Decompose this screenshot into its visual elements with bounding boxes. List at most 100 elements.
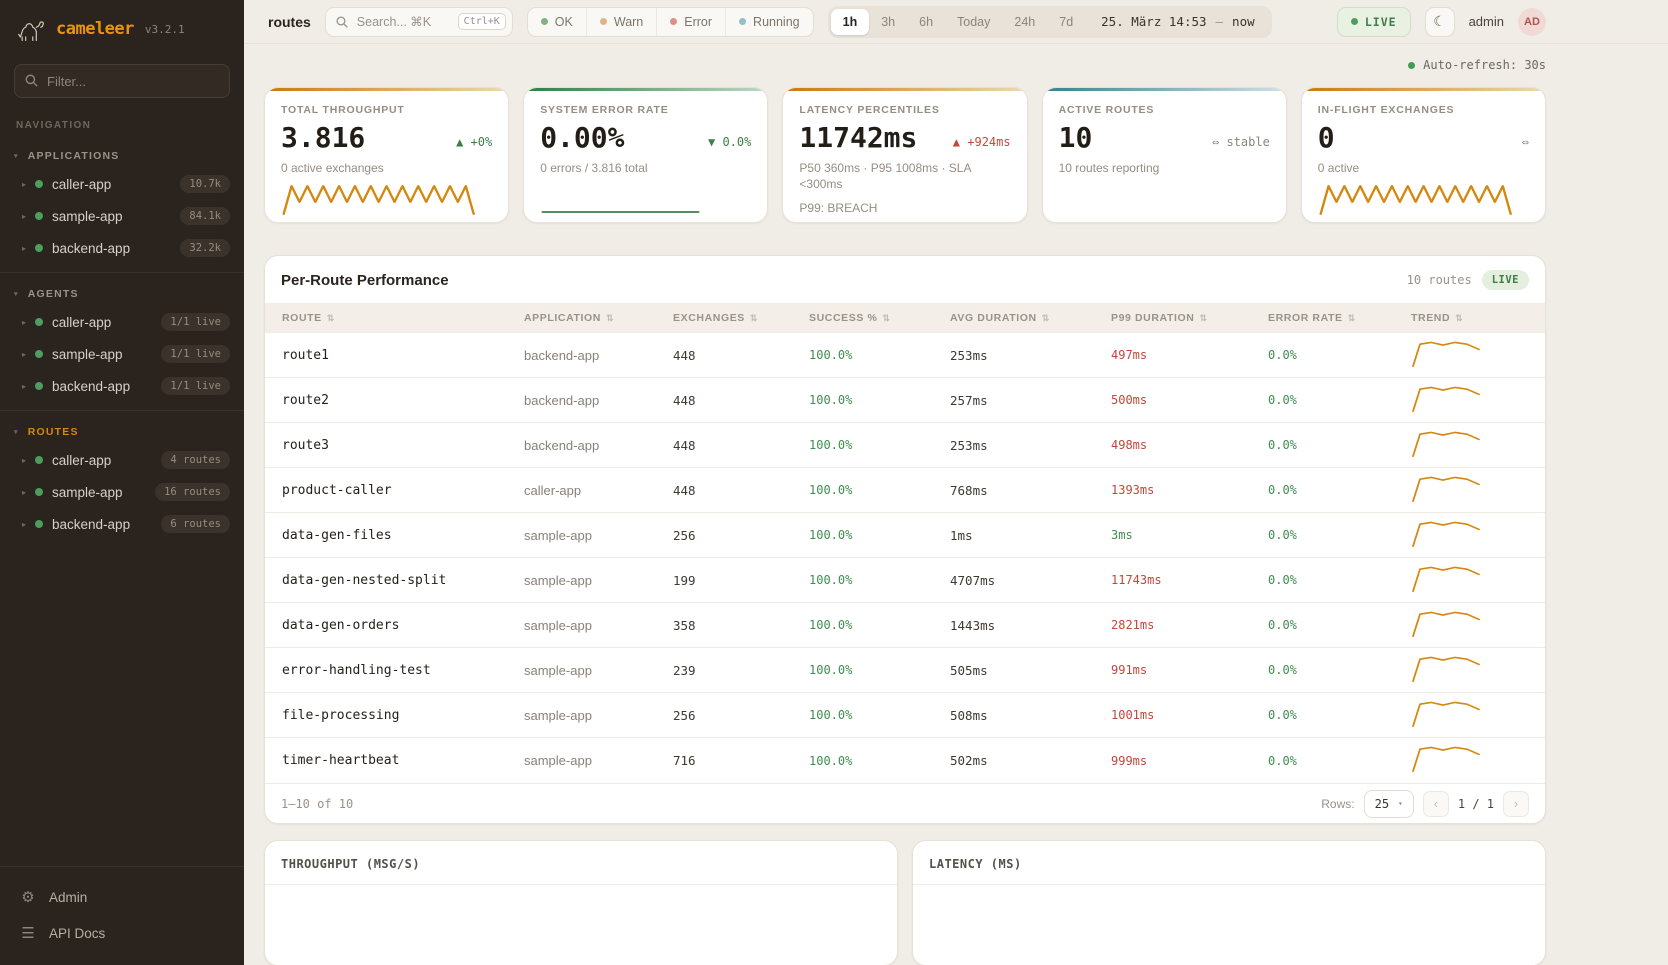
footer-item-admin[interactable]: ⚙Admin <box>0 879 244 915</box>
time-range-7d[interactable]: 7d <box>1047 9 1085 35</box>
sidebar-item-label: sample-app <box>52 485 146 500</box>
time-range-3h[interactable]: 3h <box>869 9 907 35</box>
column-header-avg-duration[interactable]: AVG DURATION⇅ <box>950 312 1111 324</box>
section-header-applications[interactable]: ▾APPLICATIONS <box>0 141 244 168</box>
rows-per-page-select[interactable]: 25 ▾ <box>1364 790 1414 818</box>
avg-duration-cell: 257ms <box>950 393 1111 408</box>
table-row-data-gen-orders[interactable]: data-gen-orderssample-app358100.0%1443ms… <box>265 603 1545 648</box>
column-header-route[interactable]: ROUTE⇅ <box>282 312 524 324</box>
sidebar-item-label: sample-app <box>52 347 152 362</box>
exchanges-cell: 448 <box>673 438 809 453</box>
sidebar-item-routes-backend-app[interactable]: ▸backend-app6 routes <box>0 508 244 540</box>
sidebar-sections: ▾APPLICATIONS▸caller-app10.7k▸sample-app… <box>0 135 244 548</box>
column-header-application[interactable]: APPLICATION⇅ <box>524 312 673 324</box>
table-row-route2[interactable]: route2backend-app448100.0%257ms500ms0.0% <box>265 378 1545 423</box>
trend-sparkline <box>1411 653 1545 688</box>
column-header-exchanges[interactable]: EXCHANGES⇅ <box>673 312 809 324</box>
p99-duration-cell: 497ms <box>1111 348 1268 362</box>
sidebar-item-applications-sample-app[interactable]: ▸sample-app84.1k <box>0 200 244 232</box>
time-range-today[interactable]: Today <box>945 9 1002 35</box>
avatar[interactable]: AD <box>1518 8 1546 36</box>
app-logo[interactable]: cameleer v3.2.1 <box>0 0 244 56</box>
search-icon <box>24 73 39 88</box>
column-header-success-[interactable]: SUCCESS %⇅ <box>809 312 950 324</box>
footer-item-api-docs[interactable]: ☰API Docs <box>0 915 244 951</box>
time-range-6h[interactable]: 6h <box>907 9 945 35</box>
sidebar-item-label: backend-app <box>52 379 152 394</box>
chevron-right-icon: ▸ <box>22 488 26 497</box>
time-range-24h[interactable]: 24h <box>1002 9 1047 35</box>
theme-toggle-button[interactable]: ☾ <box>1425 7 1455 37</box>
kpi-delta: ▼ 0.0% <box>708 135 751 152</box>
sidebar-item-applications-caller-app[interactable]: ▸caller-app10.7k <box>0 168 244 200</box>
status-dot-icon <box>35 382 43 390</box>
table-row-data-gen-nested-split[interactable]: data-gen-nested-splitsample-app199100.0%… <box>265 558 1545 603</box>
kpi-label: ACTIVE ROUTES <box>1059 104 1270 116</box>
date-range[interactable]: 25. März 14:53 – now <box>1085 14 1268 29</box>
kpi-card-total-throughput[interactable]: TOTAL THROUGHPUT3.816▲ +0%0 active excha… <box>264 87 509 223</box>
column-header-p99-duration[interactable]: P99 DURATION⇅ <box>1111 312 1268 324</box>
table-row-route1[interactable]: route1backend-app448100.0%253ms497ms0.0% <box>265 333 1545 378</box>
kpi-accent-bar <box>1302 88 1545 91</box>
table-row-error-handling-test[interactable]: error-handling-testsample-app239100.0%50… <box>265 648 1545 693</box>
table-row-data-gen-files[interactable]: data-gen-filessample-app256100.0%1ms3ms0… <box>265 513 1545 558</box>
trend-sparkline <box>1411 698 1545 733</box>
avg-duration-cell: 508ms <box>950 708 1111 723</box>
sidebar-item-agents-sample-app[interactable]: ▸sample-app1/1 live <box>0 338 244 370</box>
footer-item-label: Admin <box>49 890 87 905</box>
sidebar-item-routes-sample-app[interactable]: ▸sample-app16 routes <box>0 476 244 508</box>
chevron-down-icon: ▾ <box>14 428 19 436</box>
kpi-card-latency-percentiles[interactable]: LATENCY PERCENTILES11742ms▲ +924msP50 36… <box>782 87 1027 223</box>
camel-logo-icon <box>16 14 46 44</box>
status-filter-warn[interactable]: Warn <box>587 8 657 36</box>
kpi-card-system-error-rate[interactable]: SYSTEM ERROR RATE0.00%▼ 0.0%0 errors / 3… <box>523 87 768 223</box>
kpi-value: 11742ms <box>799 124 917 152</box>
status-dot-icon <box>35 520 43 528</box>
column-label: SUCCESS % <box>809 312 877 324</box>
rows-per-page-label: Rows: <box>1321 797 1354 811</box>
status-dot-icon <box>35 318 43 326</box>
error-rate-cell: 0.0% <box>1268 618 1411 632</box>
table-row-product-caller[interactable]: product-callercaller-app448100.0%768ms13… <box>265 468 1545 513</box>
username: admin <box>1469 14 1504 29</box>
success-cell: 100.0% <box>809 393 950 407</box>
filter-input[interactable] <box>14 64 230 98</box>
sidebar-item-badge: 1/1 live <box>161 345 230 363</box>
error-rate-cell: 0.0% <box>1268 393 1411 407</box>
time-range-1h[interactable]: 1h <box>831 9 870 35</box>
sidebar: cameleer v3.2.1 NAVIGATION ▾APPLICATIONS… <box>0 0 244 965</box>
sidebar-item-badge: 1/1 live <box>161 377 230 395</box>
column-header-error-rate[interactable]: ERROR RATE⇅ <box>1268 312 1411 324</box>
sidebar-item-routes-caller-app[interactable]: ▸caller-app4 routes <box>0 444 244 476</box>
table-title: Per-Route Performance <box>281 272 449 289</box>
search-input[interactable] <box>355 14 452 30</box>
live-status-badge[interactable]: LIVE <box>1337 7 1411 37</box>
sidebar-item-agents-caller-app[interactable]: ▸caller-app1/1 live <box>0 306 244 338</box>
page-title: routes <box>268 14 311 30</box>
chart-panel-latency-ms-: LATENCY (MS) <box>912 840 1546 965</box>
section-header-agents[interactable]: ▾AGENTS <box>0 279 244 306</box>
table-row-timer-heartbeat[interactable]: timer-heartbeatsample-app716100.0%502ms9… <box>265 738 1545 783</box>
kpi-accent-bar <box>265 88 508 91</box>
section-header-routes[interactable]: ▾ ROUTES <box>0 417 244 444</box>
prev-page-button[interactable]: ‹ <box>1423 791 1449 817</box>
status-dot-icon <box>541 18 548 25</box>
status-filter-running[interactable]: Running <box>726 8 813 36</box>
kpi-card-active-routes[interactable]: ACTIVE ROUTES10⇔ stable10 routes reporti… <box>1042 87 1287 223</box>
kpi-card-in-flight-exchanges[interactable]: IN-FLIGHT EXCHANGES0⇔0 active <box>1301 87 1546 223</box>
sidebar-item-agents-backend-app[interactable]: ▸backend-app1/1 live <box>0 370 244 402</box>
section-label: ROUTES <box>28 426 79 438</box>
status-filter-ok[interactable]: OK <box>528 8 587 36</box>
next-page-button[interactable]: › <box>1503 791 1529 817</box>
search-box[interactable]: Ctrl+K <box>325 7 513 37</box>
column-header-trend[interactable]: TREND⇅ <box>1411 312 1545 324</box>
p99-duration-cell: 2821ms <box>1111 618 1268 632</box>
live-dot-icon <box>1351 18 1358 25</box>
sidebar-item-applications-backend-app[interactable]: ▸backend-app32.2k <box>0 232 244 264</box>
avg-duration-cell: 768ms <box>950 483 1111 498</box>
sidebar-item-badge: 10.7k <box>180 175 230 193</box>
status-filter-error[interactable]: Error <box>657 8 726 36</box>
table-row-route3[interactable]: route3backend-app448100.0%253ms498ms0.0% <box>265 423 1545 468</box>
kpi-accent-bar <box>1043 88 1286 91</box>
table-row-file-processing[interactable]: file-processingsample-app256100.0%508ms1… <box>265 693 1545 738</box>
